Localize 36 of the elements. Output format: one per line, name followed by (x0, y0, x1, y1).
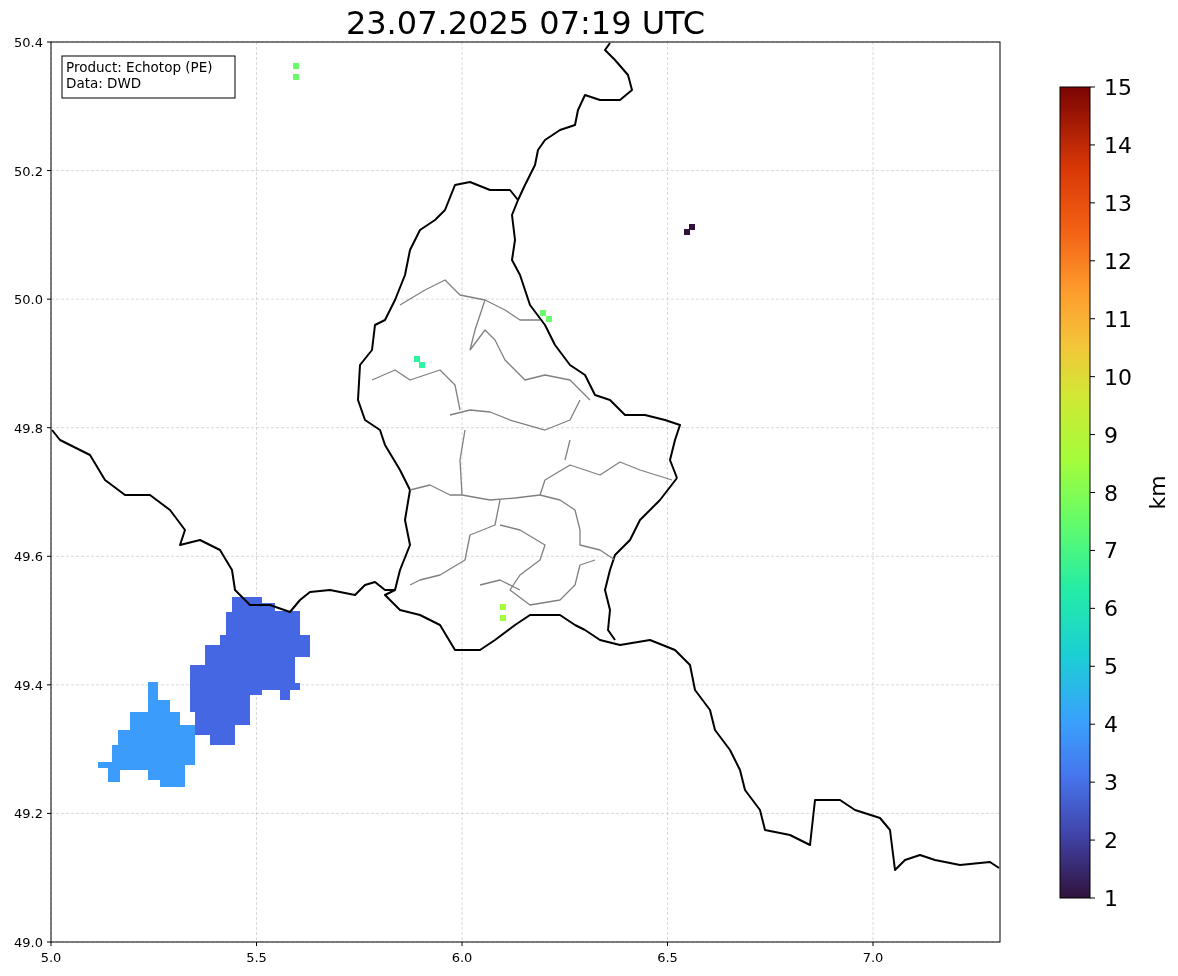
y-axis-tick-label: 50.4 (14, 35, 43, 50)
chart-title: 23.07.2025 07:19 UTC (345, 4, 706, 42)
colorbar-label: km (1145, 475, 1170, 510)
x-axis-tick-label: 6.0 (451, 950, 473, 965)
colorbar-tick-label: 1 (1104, 886, 1118, 911)
colorbar-tick-label: 14 (1104, 132, 1132, 158)
radar-pixel-icon (293, 63, 299, 69)
colorbar-tick-label: 5 (1104, 654, 1118, 680)
colorbar-tick-label: 3 (1104, 770, 1118, 796)
radar-pixel-icon (500, 615, 506, 621)
colorbar-tick-label: 15 (1104, 75, 1132, 100)
y-axis-tick-label: 50.2 (14, 163, 43, 179)
info-text: Product: Echotop (PE) (66, 59, 213, 75)
colorbar-tick-label: 6 (1104, 596, 1118, 622)
x-axis-tick-label: 7.0 (862, 950, 884, 965)
colorbar-tick-label: 7 (1104, 538, 1118, 564)
colorbar-tick-label: 12 (1104, 248, 1132, 274)
colorbar-tick-label: 4 (1104, 712, 1118, 738)
colorbar-tick-label: 9 (1104, 422, 1118, 448)
radar-pixel-icon (500, 604, 506, 610)
x-axis-tick-label: 5.5 (246, 950, 267, 965)
y-axis-tick-label: 49.6 (14, 549, 43, 565)
x-axis-tick-label: 6.5 (657, 950, 678, 965)
y-axis-tick-label: 49.4 (14, 677, 43, 693)
y-axis-tick-label: 49.0 (14, 935, 43, 950)
colorbar-tick-label: 2 (1104, 828, 1118, 854)
y-axis-tick-label: 50.0 (14, 292, 43, 308)
radar-pixel-icon (293, 74, 299, 80)
x-axis-tick-label: 5.0 (40, 950, 62, 965)
info-text: Data: DWD (66, 75, 142, 91)
colorbar-tick-label: 8 (1104, 480, 1118, 506)
colorbar-tick-label: 13 (1104, 190, 1132, 216)
y-axis-tick-label: 49.8 (14, 420, 43, 436)
y-axis-tick-label: 49.2 (14, 806, 43, 822)
colorbar-tick-label: 11 (1104, 306, 1132, 332)
colorbar-tick-label: 10 (1104, 364, 1132, 390)
